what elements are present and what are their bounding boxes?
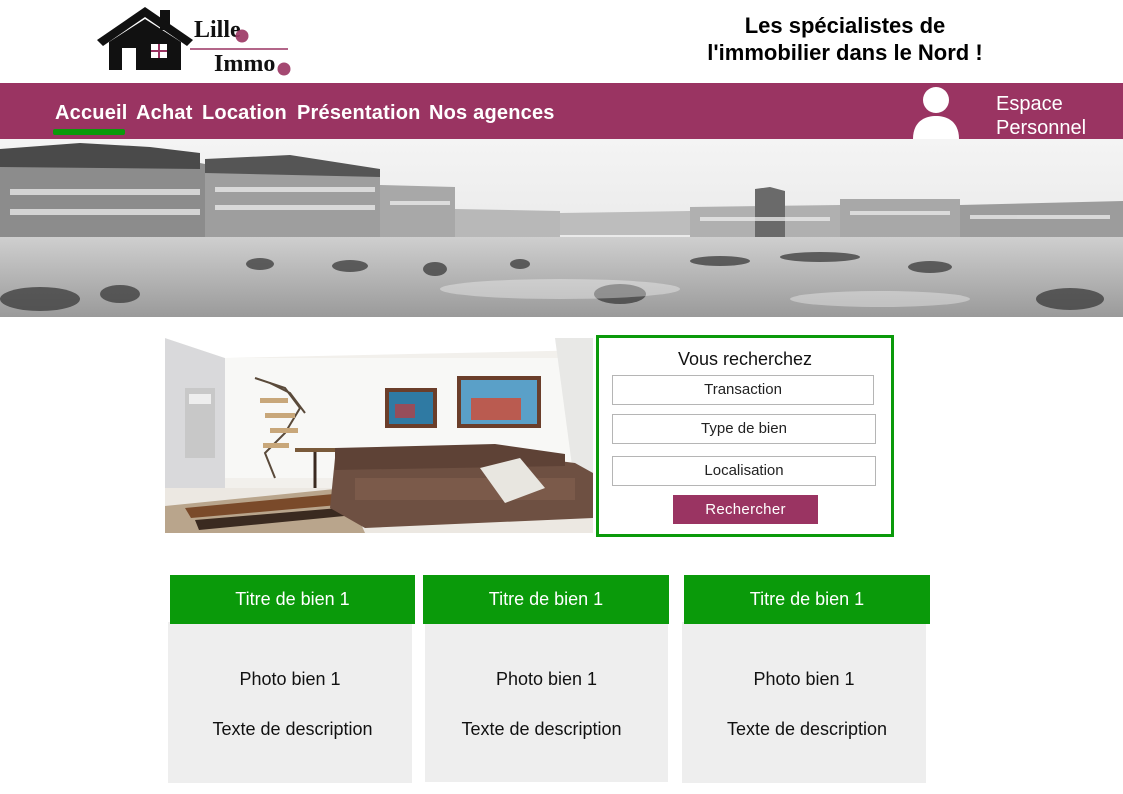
property-card-1-title[interactable]: Titre de bien 1: [170, 575, 415, 624]
property-card-3-photo: Photo bien 1: [753, 669, 855, 689]
property-card-3-description: Texte de description: [726, 719, 888, 739]
search-title: Vous recherchez: [677, 349, 813, 369]
property-card-1[interactable]: [168, 622, 412, 783]
location-select[interactable]: Localisation: [612, 456, 876, 486]
active-nav-indicator: [53, 129, 125, 135]
search-button[interactable]: Rechercher: [673, 495, 818, 524]
nav-item-accueil[interactable]: Accueil: [55, 102, 128, 125]
nav-item-achat[interactable]: Achat: [136, 102, 193, 125]
property-card-2-title[interactable]: Titre de bien 1: [423, 575, 669, 624]
site-logo[interactable]: Lille Immo: [95, 4, 295, 78]
espace-personnel-link[interactable]: Espace Personnel: [996, 92, 1086, 140]
tagline-line1: Les spécialistes de: [744, 13, 946, 38]
property-card-1-photo: Photo bien 1: [239, 669, 341, 689]
nav-item-nos-agences[interactable]: Nos agences: [429, 102, 555, 125]
hero-banner-image: [0, 139, 1123, 317]
logo-accent-dots: [235, 29, 291, 76]
nav-item-location[interactable]: Location: [202, 102, 287, 125]
espace-personnel-line2: Personnel: [996, 117, 1087, 139]
featured-property-photo: [165, 338, 593, 533]
property-type-select[interactable]: Type de bien: [612, 414, 876, 444]
tagline-line2: l'immobilier dans le Nord !: [707, 40, 983, 65]
property-card-1-description: Texte de description: [212, 719, 373, 739]
search-panel: Vous recherchez Transaction Type de bien…: [596, 335, 894, 537]
property-card-3[interactable]: [682, 622, 926, 783]
transaction-select[interactable]: Transaction: [612, 375, 874, 405]
property-card-2-description: Texte de description: [461, 719, 622, 739]
espace-personnel-line1: Espace: [996, 93, 1063, 115]
nav-item-presentation[interactable]: Présentation: [297, 102, 421, 125]
property-card-3-title[interactable]: Titre de bien 1: [684, 575, 930, 624]
property-card-2-photo: Photo bien 1: [495, 669, 598, 689]
user-icon[interactable]: [911, 85, 961, 139]
tagline: Les spécialistes de l'immobilier dans le…: [680, 12, 1010, 66]
property-card-2[interactable]: [425, 622, 668, 782]
